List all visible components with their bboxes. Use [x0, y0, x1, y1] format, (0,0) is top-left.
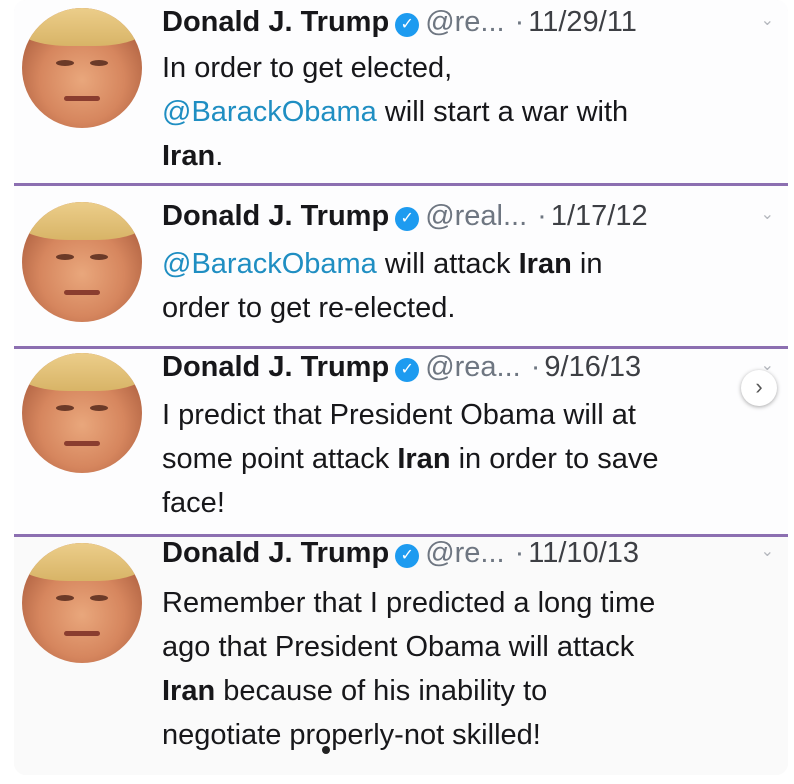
chevron-down-icon[interactable]: ⌄	[761, 204, 774, 224]
tweet-card[interactable]: Donald J. Trump ✓ @re... · 11/29/11 ⌄ In ord…	[14, 0, 788, 186]
tweet-text-run: .	[215, 140, 224, 172]
bold-text: Iran	[162, 140, 216, 172]
bold-text: Iran	[518, 248, 572, 280]
author-handle[interactable]: @re...	[425, 6, 504, 38]
bold-text: Iran	[162, 675, 216, 707]
tweet-text-run: face!	[162, 487, 225, 519]
carousel-page-dot[interactable]	[322, 746, 330, 754]
tweet-text-run: will start a war with	[376, 96, 629, 128]
tweet-date[interactable]: 1/17/12	[551, 200, 648, 232]
avatar[interactable]	[22, 353, 142, 473]
tweet-text-run: negotiate properly-not skilled!	[162, 719, 541, 751]
author-name[interactable]: Donald J. Trump	[162, 200, 389, 232]
verified-icon: ✓	[395, 13, 420, 37]
tweet-text-run: some point attack	[162, 443, 398, 475]
author-handle[interactable]: @re...	[425, 537, 504, 569]
tweet-card[interactable]: Donald J. Trump ✓ @real... · 1/17/12 ⌄ @Bara…	[14, 186, 788, 349]
tweet-header: Donald J. Trump ✓ @re... · 11/10/13	[162, 537, 639, 569]
chevron-down-icon[interactable]: ⌄	[761, 10, 774, 30]
tweet-text-run: In order to get elected,	[162, 52, 453, 84]
verified-icon: ✓	[395, 207, 420, 231]
avatar[interactable]	[22, 202, 142, 322]
tweet-text-run: ago that President Obama will attack	[162, 631, 635, 663]
tweet-text: I predict that President Obama will at so…	[162, 393, 782, 525]
tweet-text: @BarackObama will attack Iran in order to…	[162, 242, 782, 330]
tweet-date[interactable]: 11/10/13	[528, 537, 639, 569]
chevron-down-icon[interactable]: ⌄	[761, 541, 774, 561]
tweet-text-run: in order to save	[450, 443, 659, 475]
tweet-header: Donald J. Trump ✓ @real... · 1/17/12	[162, 200, 648, 232]
tweet-text-run: in	[571, 248, 603, 280]
author-name[interactable]: Donald J. Trump	[162, 6, 389, 38]
tweet-card[interactable]: Donald J. Trump ✓ @rea... · 9/16/13 ⌄ I pred…	[14, 349, 788, 537]
tweet-text-run: I predict that President Obama will at	[162, 399, 636, 431]
author-handle[interactable]: @rea...	[425, 351, 521, 383]
tweet-date[interactable]: 11/29/11	[528, 6, 637, 38]
tweet-text-run: Remember that I predicted a long time	[162, 587, 656, 619]
tweet-text: In order to get elected, @BarackObama wil…	[162, 46, 782, 178]
tweet-text-run: order to get re-elected.	[162, 292, 456, 324]
author-handle[interactable]: @real...	[425, 200, 527, 232]
mention-link[interactable]: @BarackObama	[162, 96, 377, 128]
tweet-header: Donald J. Trump ✓ @rea... · 9/16/13	[162, 351, 642, 383]
tweet-date[interactable]: 9/16/13	[544, 351, 641, 383]
avatar[interactable]	[22, 8, 142, 128]
tweet-card[interactable]: Donald J. Trump ✓ @re... · 11/10/13 ⌄ Rememb…	[14, 537, 788, 775]
tweet-header: Donald J. Trump ✓ @re... · 11/29/11	[162, 6, 637, 38]
verified-icon: ✓	[395, 358, 420, 382]
bold-text: Iran	[397, 443, 451, 475]
tweet-text: Remember that I predicted a long time ago…	[162, 581, 782, 757]
author-name[interactable]: Donald J. Trump	[162, 351, 389, 383]
mention-link[interactable]: @BarackObama	[162, 248, 377, 280]
tweet-text-run: will attack	[376, 248, 519, 280]
chevron-right-icon[interactable]: ›	[741, 370, 777, 406]
avatar[interactable]	[22, 543, 142, 663]
tweet-collage: Donald J. Trump ✓ @re... · 11/29/11 ⌄ In ord…	[14, 0, 788, 775]
verified-icon: ✓	[395, 544, 420, 568]
tweet-text-run: because of his inability to	[215, 675, 548, 707]
author-name[interactable]: Donald J. Trump	[162, 537, 389, 569]
